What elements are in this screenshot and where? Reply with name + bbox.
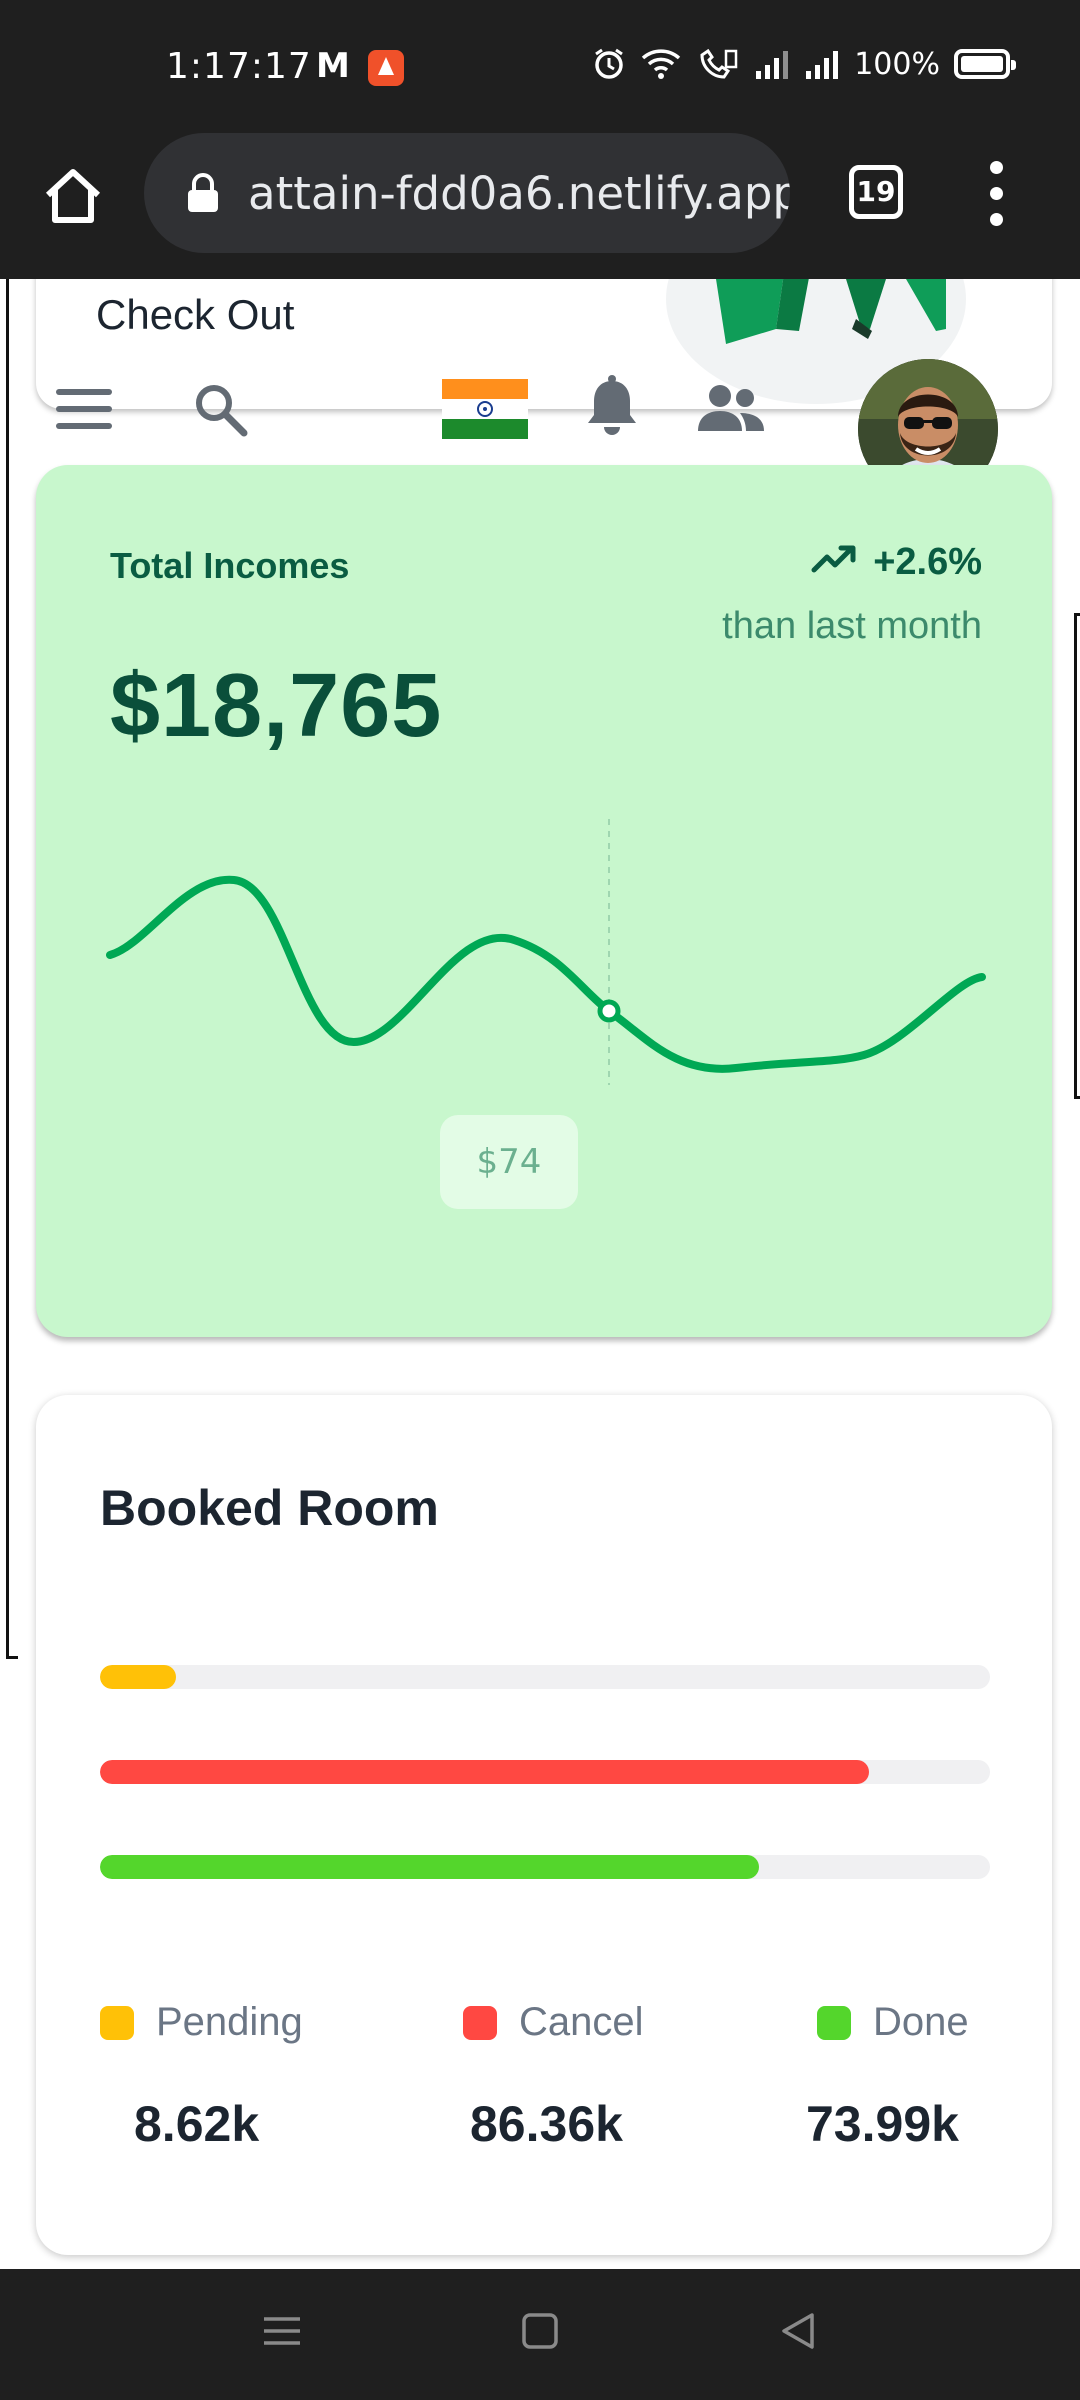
done-progress-bar xyxy=(100,1855,990,1879)
address-bar[interactable]: attain-fdd0a6.netlify.app xyxy=(144,133,790,253)
income-title: Total Incomes xyxy=(110,545,350,586)
legend-cancel: Cancel xyxy=(463,2000,644,2045)
trend-percent: +2.6% xyxy=(873,541,982,583)
cancel-legend-dot xyxy=(463,2005,497,2040)
trending-up-icon xyxy=(811,541,857,584)
done-value: 73.99k xyxy=(806,2096,959,2152)
cancel-value: 86.36k xyxy=(470,2096,623,2152)
people-icon[interactable] xyxy=(696,383,766,433)
web-page: Check Out Total Incomes +2.6% than last … xyxy=(0,279,1080,2269)
back-triangle-icon[interactable] xyxy=(778,2311,818,2356)
cancel-label: Cancel xyxy=(519,2000,644,2044)
search-icon[interactable] xyxy=(190,379,250,439)
cancel-progress-bar xyxy=(100,1760,990,1784)
income-amount: $18,765 xyxy=(110,656,443,756)
battery-icon xyxy=(954,49,1016,79)
lock-icon xyxy=(186,173,220,213)
income-sparkline xyxy=(106,875,986,1073)
tab-switcher-button[interactable]: 19 xyxy=(849,165,903,219)
cancel-progress-fill xyxy=(100,1760,869,1784)
home-square-icon[interactable] xyxy=(520,2311,560,2356)
battery-percent: 100% xyxy=(854,46,940,82)
total-incomes-card: Total Incomes +2.6% than last month $18,… xyxy=(36,465,1052,1337)
signal-icon xyxy=(804,47,840,81)
wifi-icon xyxy=(640,47,682,81)
overflow-menu-icon[interactable] xyxy=(982,161,1012,227)
page-border-line xyxy=(6,279,9,1659)
chart-hover-point xyxy=(597,999,621,1023)
income-trend: +2.6% xyxy=(811,541,982,584)
page-border-bracket xyxy=(1074,613,1080,1099)
done-progress-fill xyxy=(100,1855,759,1879)
pending-label: Pending xyxy=(156,2000,303,2044)
india-flag-icon[interactable] xyxy=(442,379,528,439)
pending-legend-dot xyxy=(100,2005,134,2040)
status-bar: 1:17:17 M 100% xyxy=(0,0,1080,125)
app-notification-icon xyxy=(368,50,404,86)
pending-progress-bar xyxy=(100,1665,990,1689)
legend-done: Done xyxy=(817,2000,969,2045)
system-navigation-bar xyxy=(0,2269,1080,2400)
status-time: 1:17:17 xyxy=(166,46,312,87)
recents-menu-icon[interactable] xyxy=(262,2311,302,2356)
legend-pending: Pending xyxy=(100,2000,303,2045)
done-legend-dot xyxy=(817,2005,851,2040)
checkout-text: Check Out xyxy=(96,291,295,338)
pending-progress-fill xyxy=(100,1665,176,1689)
gmail-icon: M xyxy=(316,46,350,86)
menu-icon[interactable] xyxy=(56,389,112,429)
trend-caption: than last month xyxy=(722,605,982,647)
home-icon[interactable] xyxy=(40,163,106,229)
alarm-icon xyxy=(592,47,626,81)
done-label: Done xyxy=(873,2000,969,2044)
chart-tooltip: $74 xyxy=(440,1115,578,1209)
signal-icon xyxy=(754,47,790,81)
bell-icon[interactable] xyxy=(582,375,642,439)
browser-toolbar: attain-fdd0a6.netlify.app 19 xyxy=(0,125,1080,279)
page-border-line-end xyxy=(6,1656,18,1659)
booked-room-title: Booked Room xyxy=(100,1480,439,1536)
pending-value: 8.62k xyxy=(134,2096,260,2152)
booked-room-card: Booked Room Pending Cancel Done 8.62k 86… xyxy=(36,1395,1052,2255)
url-text: attain-fdd0a6.netlify.app xyxy=(248,167,790,220)
volte-icon xyxy=(696,47,740,81)
